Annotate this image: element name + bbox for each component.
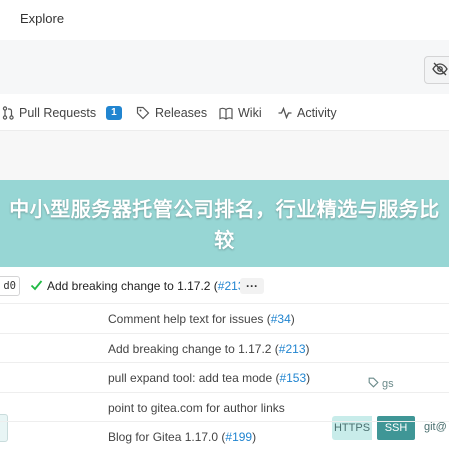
file-row[interactable]: Comment help text for issues (#34) bbox=[0, 303, 449, 333]
commit-more-button[interactable]: ··· bbox=[240, 278, 264, 294]
check-icon bbox=[30, 280, 43, 291]
file-commit-message[interactable]: pull expand tool: add tea mode (#153) bbox=[108, 371, 310, 385]
file-commit-pr-link[interactable]: #199 bbox=[225, 430, 252, 444]
file-commit-text-end: ) bbox=[290, 312, 295, 326]
tab-activity[interactable]: Activity bbox=[278, 104, 337, 122]
file-commit-text: Blog for Gitea 1.17.0 ( bbox=[108, 430, 226, 444]
pull-requests-count-badge: 1 bbox=[106, 106, 122, 120]
file-commit-text-end: ) bbox=[252, 430, 257, 444]
pulse-icon bbox=[278, 107, 292, 119]
file-row[interactable]: point to gitea.com for author links bbox=[0, 391, 449, 422]
tab-pull-requests-label: Pull Requests bbox=[19, 106, 97, 120]
pull-request-icon bbox=[2, 106, 14, 120]
tab-releases[interactable]: Releases bbox=[136, 104, 207, 122]
watch-button[interactable] bbox=[424, 56, 449, 84]
latest-commit-bar: d0 Add breaking change to 1.17.2 (#213) … bbox=[0, 276, 449, 300]
file-row[interactable]: Blog for Gitea 1.17.0 (#199) bbox=[0, 421, 449, 451]
file-commit-text: Comment help text for issues ( bbox=[108, 312, 271, 326]
book-icon bbox=[219, 107, 233, 120]
file-commit-pr-link[interactable]: #34 bbox=[271, 312, 291, 326]
file-commit-message[interactable]: point to gitea.com for author links bbox=[108, 401, 285, 415]
file-commit-message[interactable]: Comment help text for issues (#34) bbox=[108, 312, 295, 326]
top-navbar: Explore bbox=[0, 0, 449, 41]
file-row[interactable]: pull expand tool: add tea mode (#153) bbox=[0, 362, 449, 392]
file-commit-pr-link[interactable]: #213 bbox=[279, 342, 306, 356]
latest-commit-text: Add breaking change to 1.17.2 ( bbox=[47, 279, 218, 293]
file-commit-message[interactable]: Add breaking change to 1.17.2 (#213) bbox=[108, 342, 310, 356]
nav-explore-link[interactable]: Explore bbox=[20, 11, 64, 26]
repo-header bbox=[0, 40, 449, 94]
file-list: Comment help text for issues (#34) Add b… bbox=[0, 303, 449, 451]
banner-title: 中小型服务器托管公司排名，行业精选与服务比较 bbox=[9, 197, 440, 252]
tab-releases-label: Releases bbox=[155, 106, 208, 120]
eye-slash-icon bbox=[432, 62, 448, 76]
repo-description-area bbox=[0, 131, 449, 181]
file-commit-message[interactable]: Blog for Gitea 1.17.0 (#199) bbox=[108, 430, 256, 444]
file-commit-text: pull expand tool: add tea mode ( bbox=[108, 371, 280, 385]
tag-icon bbox=[136, 106, 150, 120]
repo-tabs: Pull Requests 1 Releases Wiki Activity bbox=[0, 94, 449, 131]
file-commit-pr-link[interactable]: #153 bbox=[279, 371, 306, 385]
file-commit-text: Add breaking change to 1.17.2 ( bbox=[108, 341, 279, 356]
file-commit-text-end: ) bbox=[305, 341, 310, 356]
tab-wiki-label: Wiki bbox=[238, 106, 262, 120]
file-commit-text-end: ) bbox=[306, 371, 311, 385]
tab-activity-label: Activity bbox=[297, 106, 337, 120]
commit-sha-button[interactable]: d0 bbox=[0, 276, 20, 296]
file-row[interactable]: Add breaking change to 1.17.2 (#213) bbox=[0, 332, 449, 363]
file-commit-text: point to gitea.com for author links bbox=[108, 400, 285, 415]
tab-wiki[interactable]: Wiki bbox=[219, 104, 262, 122]
tab-pull-requests[interactable]: Pull Requests 1 bbox=[2, 104, 122, 122]
latest-commit-message[interactable]: Add breaking change to 1.17.2 (#213) bbox=[47, 279, 249, 293]
